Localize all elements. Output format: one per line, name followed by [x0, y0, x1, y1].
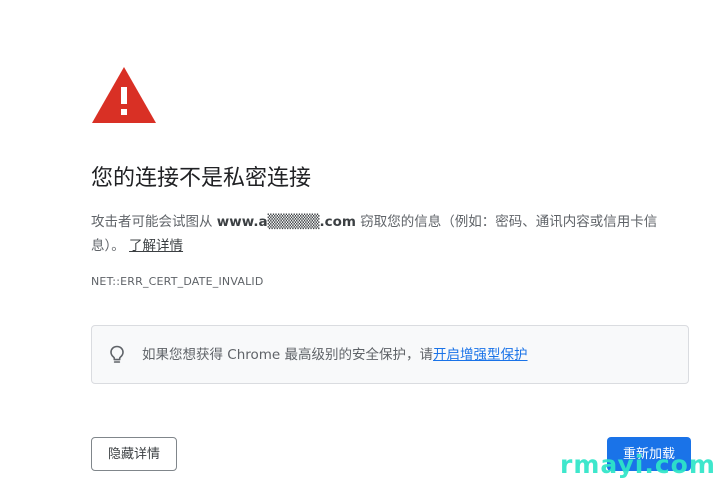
enable-enhanced-protection-link[interactable]: 开启增强型保护: [433, 347, 528, 363]
page-title: 您的连接不是私密连接: [91, 166, 312, 191]
description-prefix: 攻击者可能会试图从: [91, 214, 217, 230]
domain-name: www.a▒▒▒▒▒.com: [216, 214, 356, 230]
enhanced-protection-text: 如果您想获得 Chrome 最高级别的安全保护，请开启增强型保护: [142, 345, 528, 365]
warning-triangle-icon: [92, 67, 156, 123]
error-code: NET::ERR_CERT_DATE_INVALID: [91, 275, 264, 288]
warning-description: 攻击者可能会试图从 www.a▒▒▒▒▒.com 窃取您的信息（例如：密码、通讯…: [91, 210, 691, 258]
learn-more-link[interactable]: 了解详情: [129, 238, 183, 254]
interstitial-page: 您的连接不是私密连接 攻击者可能会试图从 www.a▒▒▒▒▒.com 窃取您的…: [0, 0, 722, 485]
reload-button[interactable]: 重新加载: [607, 437, 691, 471]
enhanced-protection-message: 如果您想获得 Chrome 最高级别的安全保护，请: [142, 347, 434, 363]
hide-details-button[interactable]: 隐藏详情: [91, 437, 177, 471]
lightbulb-icon: [110, 345, 124, 363]
enhanced-protection-banner: 如果您想获得 Chrome 最高级别的安全保护，请开启增强型保护: [91, 325, 689, 384]
